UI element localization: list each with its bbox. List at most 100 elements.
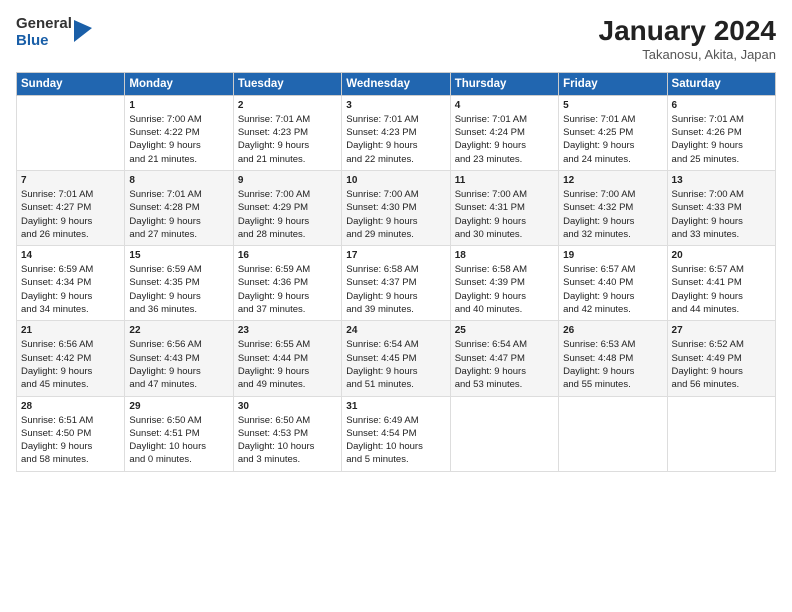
cell-line: Sunrise: 7:00 AM: [129, 113, 228, 126]
cell-line: Sunrise: 6:56 AM: [21, 338, 120, 351]
cell-line: Sunrise: 6:58 AM: [346, 263, 445, 276]
logo-general: General: [16, 16, 72, 33]
calendar-cell: 29Sunrise: 6:50 AMSunset: 4:51 PMDayligh…: [125, 396, 233, 471]
cell-line: Daylight: 9 hours: [672, 365, 771, 378]
cell-content: Sunrise: 7:00 AMSunset: 4:30 PMDaylight:…: [346, 188, 445, 241]
cell-content: Sunrise: 6:52 AMSunset: 4:49 PMDaylight:…: [672, 338, 771, 391]
cell-line: Daylight: 9 hours: [129, 365, 228, 378]
cell-line: and 29 minutes.: [346, 228, 445, 241]
calendar-cell: 8Sunrise: 7:01 AMSunset: 4:28 PMDaylight…: [125, 170, 233, 245]
calendar-cell: 23Sunrise: 6:55 AMSunset: 4:44 PMDayligh…: [233, 321, 341, 396]
cell-line: Sunrise: 7:01 AM: [563, 113, 662, 126]
cell-content: Sunrise: 6:57 AMSunset: 4:40 PMDaylight:…: [563, 263, 662, 316]
logo-text: General Blue: [16, 16, 72, 49]
cell-line: Sunset: 4:41 PM: [672, 276, 771, 289]
calendar-cell: 18Sunrise: 6:58 AMSunset: 4:39 PMDayligh…: [450, 246, 558, 321]
cell-line: and 40 minutes.: [455, 303, 554, 316]
cell-line: and 5 minutes.: [346, 453, 445, 466]
cell-line: Sunrise: 6:50 AM: [129, 414, 228, 427]
header: General Blue January 2024 Takanosu, Akit…: [16, 16, 776, 62]
cell-content: Sunrise: 7:01 AMSunset: 4:23 PMDaylight:…: [238, 113, 337, 166]
day-number: 1: [129, 100, 228, 111]
cell-line: Daylight: 9 hours: [346, 365, 445, 378]
cell-line: Daylight: 9 hours: [346, 139, 445, 152]
cell-line: Sunset: 4:42 PM: [21, 352, 120, 365]
cell-line: Sunset: 4:32 PM: [563, 201, 662, 214]
day-number: 6: [672, 100, 771, 111]
calendar-cell: 9Sunrise: 7:00 AMSunset: 4:29 PMDaylight…: [233, 170, 341, 245]
cell-line: Daylight: 10 hours: [238, 440, 337, 453]
cell-line: Sunset: 4:24 PM: [455, 126, 554, 139]
calendar-cell: 22Sunrise: 6:56 AMSunset: 4:43 PMDayligh…: [125, 321, 233, 396]
day-number: 11: [455, 175, 554, 186]
day-number: 23: [238, 325, 337, 336]
calendar-cell: 10Sunrise: 7:00 AMSunset: 4:30 PMDayligh…: [342, 170, 450, 245]
cell-line: Daylight: 10 hours: [129, 440, 228, 453]
cell-content: Sunrise: 6:49 AMSunset: 4:54 PMDaylight:…: [346, 414, 445, 467]
cell-content: Sunrise: 6:56 AMSunset: 4:43 PMDaylight:…: [129, 338, 228, 391]
cell-line: Sunrise: 6:54 AM: [455, 338, 554, 351]
cell-line: Sunrise: 6:52 AM: [672, 338, 771, 351]
day-number: 18: [455, 250, 554, 261]
cell-content: Sunrise: 6:54 AMSunset: 4:47 PMDaylight:…: [455, 338, 554, 391]
cell-line: Sunrise: 6:53 AM: [563, 338, 662, 351]
calendar-cell: 4Sunrise: 7:01 AMSunset: 4:24 PMDaylight…: [450, 95, 558, 170]
col-saturday: Saturday: [667, 72, 775, 95]
cell-line: and 30 minutes.: [455, 228, 554, 241]
calendar-header: Sunday Monday Tuesday Wednesday Thursday…: [17, 72, 776, 95]
cell-line: and 21 minutes.: [129, 153, 228, 166]
calendar-cell: 20Sunrise: 6:57 AMSunset: 4:41 PMDayligh…: [667, 246, 775, 321]
cell-content: Sunrise: 6:59 AMSunset: 4:35 PMDaylight:…: [129, 263, 228, 316]
cell-line: Sunset: 4:44 PM: [238, 352, 337, 365]
cell-line: and 47 minutes.: [129, 378, 228, 391]
calendar-cell: 15 Sunrise: 6:59 AMSunset: 4:35 PMDayligh…: [125, 246, 233, 321]
day-number: 21: [21, 325, 120, 336]
cell-line: Daylight: 9 hours: [21, 290, 120, 303]
cell-content: Sunrise: 7:01 AMSunset: 4:28 PMDaylight:…: [129, 188, 228, 241]
calendar-cell: [559, 396, 667, 471]
day-number: 7: [21, 175, 120, 186]
cell-content: Sunrise: 6:59 AMSunset: 4:34 PMDaylight:…: [21, 263, 120, 316]
cell-content: Sunrise: 6:59 AMSunset: 4:36 PMDaylight:…: [238, 263, 337, 316]
cell-line: Daylight: 9 hours: [563, 365, 662, 378]
cell-line: Sunrise: 6:51 AM: [21, 414, 120, 427]
cell-line: Sunset: 4:23 PM: [346, 126, 445, 139]
cell-line: Sunset: 4:43 PM: [129, 352, 228, 365]
cell-line: Daylight: 9 hours: [129, 139, 228, 152]
cell-line: Sunset: 4:27 PM: [21, 201, 120, 214]
day-number: 16: [238, 250, 337, 261]
calendar-cell: 3Sunrise: 7:01 AMSunset: 4:23 PMDaylight…: [342, 95, 450, 170]
calendar-cell: 11Sunrise: 7:00 AMSunset: 4:31 PMDayligh…: [450, 170, 558, 245]
calendar-cell: 24Sunrise: 6:54 AMSunset: 4:45 PMDayligh…: [342, 321, 450, 396]
cell-line: Daylight: 9 hours: [129, 290, 228, 303]
calendar-cell: 30Sunrise: 6:50 AMSunset: 4:53 PMDayligh…: [233, 396, 341, 471]
cell-line: Sunset: 4:30 PM: [346, 201, 445, 214]
day-number: 26: [563, 325, 662, 336]
day-number: 31: [346, 401, 445, 412]
cell-line: Daylight: 9 hours: [672, 215, 771, 228]
calendar-week-3: 14Sunrise: 6:59 AMSunset: 4:34 PMDayligh…: [17, 246, 776, 321]
cell-line: Sunrise: 7:01 AM: [346, 113, 445, 126]
calendar-cell: 21Sunrise: 6:56 AMSunset: 4:42 PMDayligh…: [17, 321, 125, 396]
cell-line: Sunset: 4:23 PM: [238, 126, 337, 139]
cell-line: Daylight: 9 hours: [346, 215, 445, 228]
cell-content: Sunrise: 6:51 AMSunset: 4:50 PMDaylight:…: [21, 414, 120, 467]
cell-line: Daylight: 9 hours: [455, 290, 554, 303]
col-tuesday: Tuesday: [233, 72, 341, 95]
cell-line: and 58 minutes.: [21, 453, 120, 466]
cell-line: Sunrise: 6:58 AM: [455, 263, 554, 276]
cell-line: Sunset: 4:36 PM: [238, 276, 337, 289]
calendar-cell: 13Sunrise: 7:00 AMSunset: 4:33 PMDayligh…: [667, 170, 775, 245]
logo-blue: Blue: [16, 33, 72, 50]
cell-line: Sunrise: 6:54 AM: [346, 338, 445, 351]
cell-line: and 23 minutes.: [455, 153, 554, 166]
cell-line: and 44 minutes.: [672, 303, 771, 316]
col-friday: Friday: [559, 72, 667, 95]
cell-line: Sunset: 4:29 PM: [238, 201, 337, 214]
subtitle: Takanosu, Akita, Japan: [599, 47, 776, 62]
cell-line: and 34 minutes.: [21, 303, 120, 316]
cell-line: Daylight: 9 hours: [672, 290, 771, 303]
day-number: 12: [563, 175, 662, 186]
day-number: 15: [129, 250, 228, 261]
cell-line: and 37 minutes.: [238, 303, 337, 316]
